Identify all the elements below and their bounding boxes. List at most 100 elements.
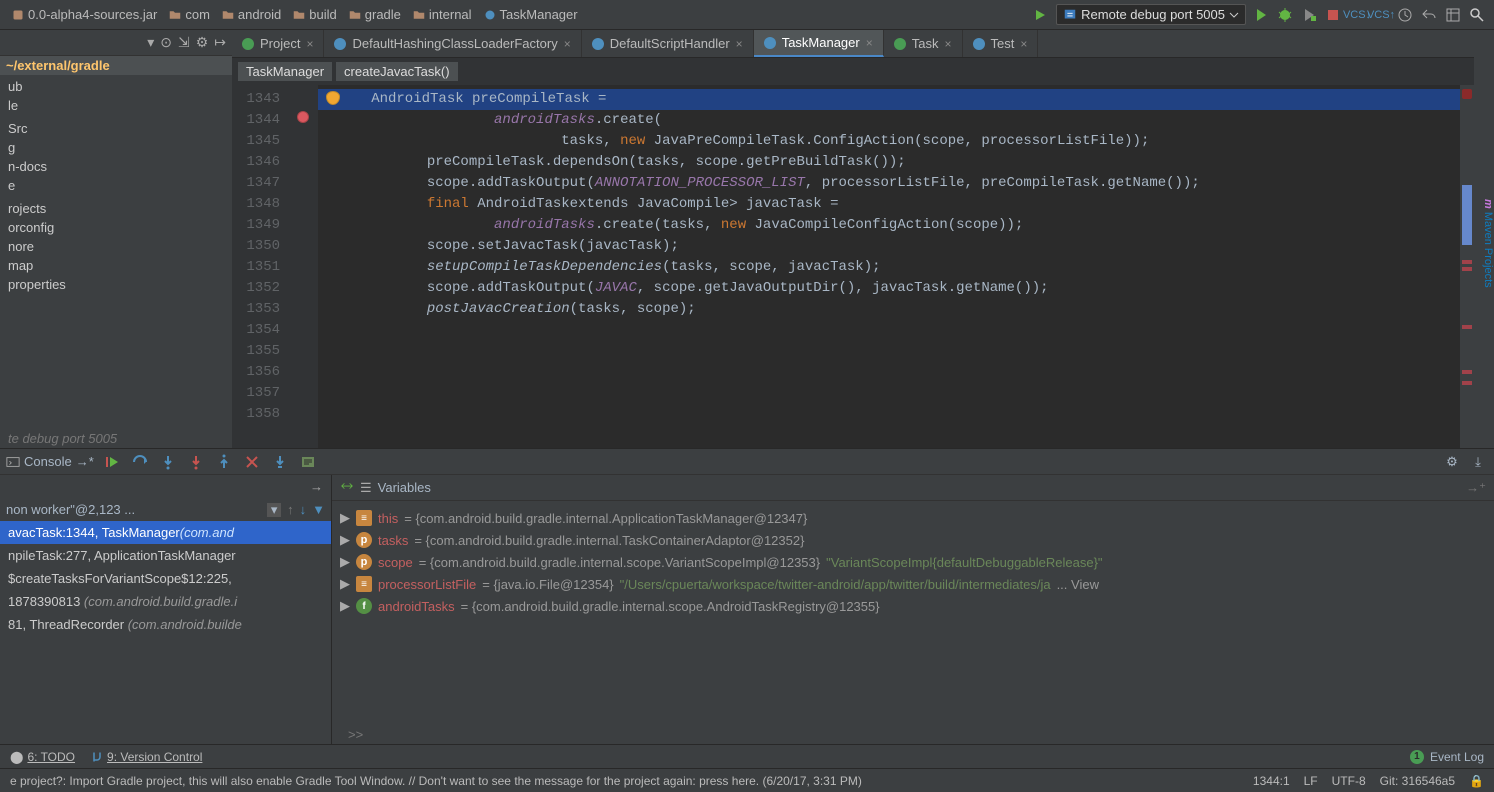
revert-icon[interactable]: [1420, 6, 1438, 24]
stack-frame[interactable]: 1878390813 (com.android.build.gradle.i: [0, 590, 331, 613]
collapse-icon[interactable]: ⇲: [178, 34, 190, 51]
vcs-commit-icon[interactable]: VCS↑: [1372, 6, 1390, 24]
stack-frame[interactable]: $createTasksForVariantScope$12:225,: [0, 567, 331, 590]
project-tree-item[interactable]: e: [0, 176, 232, 195]
step-over-icon[interactable]: [130, 452, 150, 472]
breadcrumb-item[interactable]: 0.0-alpha4-sources.jar: [8, 5, 161, 24]
expand-icon[interactable]: ▶: [340, 510, 350, 526]
project-tree-item[interactable]: map: [0, 256, 232, 275]
search-icon[interactable]: [1468, 6, 1486, 24]
code-editor[interactable]: 1343134413451346134713481349135013511352…: [232, 85, 1474, 448]
close-icon[interactable]: ×: [736, 37, 743, 51]
breadcrumb-item[interactable]: internal: [409, 5, 476, 24]
todo-tool-window[interactable]: ⬤ 6: TODO: [10, 750, 75, 764]
project-tree-item[interactable]: le: [0, 96, 232, 115]
method-breadcrumb[interactable]: TaskManager createJavacTask(): [232, 58, 1474, 85]
expand-icon[interactable]: ▶: [340, 598, 350, 614]
target-icon[interactable]: ⊙: [160, 34, 172, 51]
breadcrumb-item[interactable]: android: [218, 5, 285, 24]
project-tree-item[interactable]: orconfig: [0, 218, 232, 237]
scroll-marker[interactable]: [1462, 260, 1472, 264]
expand-icon[interactable]: ▶: [340, 554, 350, 570]
scroll-marker[interactable]: [1462, 381, 1472, 385]
hide-icon[interactable]: ↦: [214, 34, 226, 51]
vcs-update-icon[interactable]: VCS↓: [1348, 6, 1366, 24]
chevron-down-icon[interactable]: ▾: [267, 503, 281, 517]
expand-icon[interactable]: ▶: [340, 532, 350, 548]
project-tree-item[interactable]: properties: [0, 275, 232, 294]
step-into-icon[interactable]: [158, 452, 178, 472]
project-dropdown-icon[interactable]: ▾: [147, 34, 154, 51]
close-icon[interactable]: ×: [1020, 37, 1027, 51]
vcs-tool-window[interactable]: 9: Version Control: [91, 750, 202, 764]
variable-row[interactable]: ▶≡processorListFile = {java.io.File@1235…: [340, 573, 1486, 595]
breakpoint-icon[interactable]: [297, 111, 309, 123]
project-tree-item[interactable]: g: [0, 138, 232, 157]
resume-icon[interactable]: [102, 452, 122, 472]
step-out-icon[interactable]: [214, 452, 234, 472]
filter-icon[interactable]: ▼: [312, 502, 325, 517]
scroll-marker[interactable]: [1462, 185, 1472, 245]
structure-icon[interactable]: [1444, 6, 1462, 24]
scroll-marker[interactable]: [1462, 370, 1472, 374]
minimize-icon[interactable]: →⁺: [1466, 480, 1486, 496]
breadcrumb-item[interactable]: gradle: [345, 5, 405, 24]
settings-icon[interactable]: ⚙: [1442, 452, 1462, 472]
scroll-marker[interactable]: [1462, 325, 1472, 329]
run-config-select[interactable]: Remote debug port 5005: [1056, 4, 1246, 25]
force-step-into-icon[interactable]: [186, 452, 206, 472]
gear-icon[interactable]: ⚙: [196, 34, 209, 51]
intention-bulb-icon[interactable]: [326, 91, 340, 105]
restore-layout-icon[interactable]: [340, 479, 354, 496]
editor-tab[interactable]: DefaultHashingClassLoaderFactory×: [324, 30, 581, 57]
close-icon[interactable]: ×: [866, 36, 873, 50]
build-icon[interactable]: [1032, 6, 1050, 24]
expand-icon[interactable]: ▶: [340, 576, 350, 592]
history-icon[interactable]: [1396, 6, 1414, 24]
scroll-marker[interactable]: [1462, 267, 1472, 271]
evaluate-expression-icon[interactable]: [298, 452, 318, 472]
run-button[interactable]: [1252, 6, 1270, 24]
variable-row[interactable]: ▶ptasks = {com.android.build.gradle.inte…: [340, 529, 1486, 551]
variable-row[interactable]: ▶pscope = {com.android.build.gradle.inte…: [340, 551, 1486, 573]
event-log-button[interactable]: Event Log: [1430, 750, 1484, 764]
editor-tab[interactable]: DefaultScriptHandler×: [582, 30, 754, 57]
up-icon[interactable]: ↑: [287, 502, 294, 517]
debug-button[interactable]: [1276, 6, 1294, 24]
pin-icon[interactable]: ⤓: [1468, 452, 1488, 472]
project-tree-item[interactable]: ub: [0, 77, 232, 96]
coverage-button[interactable]: [1300, 6, 1318, 24]
stack-frame[interactable]: avacTask:1344, TaskManager(com.and: [0, 521, 331, 544]
more-indicator[interactable]: >>: [332, 725, 1494, 744]
editor-tab[interactable]: Task×: [884, 30, 963, 57]
variable-row[interactable]: ▶fandroidTasks = {com.android.build.grad…: [340, 595, 1486, 617]
project-tree-item[interactable]: nore: [0, 237, 232, 256]
variable-row[interactable]: ▶≡this = {com.android.build.gradle.inter…: [340, 507, 1486, 529]
project-root-path[interactable]: ~/external/gradle: [0, 55, 232, 75]
breadcrumb-item[interactable]: build: [289, 5, 340, 24]
prev-frame-icon[interactable]: →: [310, 479, 323, 494]
down-icon[interactable]: ↓: [300, 502, 307, 517]
breadcrumb-item[interactable]: com: [165, 5, 214, 24]
project-tree-item[interactable]: n-docs: [0, 157, 232, 176]
project-tree-item[interactable]: rojects: [0, 199, 232, 218]
stack-frame[interactable]: npileTask:277, ApplicationTaskManager: [0, 544, 331, 567]
close-icon[interactable]: ×: [944, 37, 951, 51]
console-tab[interactable]: Console →*: [6, 454, 94, 469]
close-icon[interactable]: ×: [564, 37, 571, 51]
editor-tab[interactable]: TaskManager×: [754, 30, 884, 57]
drop-frame-icon[interactable]: [242, 452, 262, 472]
breadcrumb-item[interactable]: TaskManager: [480, 5, 582, 24]
close-icon[interactable]: ×: [306, 37, 313, 51]
stop-button[interactable]: [1324, 6, 1342, 24]
maven-tool-window-tab[interactable]: m Maven Projects: [1474, 30, 1494, 448]
error-indicator-icon: [1462, 89, 1472, 99]
event-log-badge[interactable]: 1: [1410, 750, 1424, 764]
error-stripe[interactable]: [1460, 85, 1474, 448]
editor-tab[interactable]: Project×: [232, 30, 324, 57]
stack-frame[interactable]: 81, ThreadRecorder (com.android.builde: [0, 613, 331, 636]
run-to-cursor-icon[interactable]: [270, 452, 290, 472]
project-tree-item[interactable]: Src: [0, 119, 232, 138]
thread-select[interactable]: non worker"@2,123 ... ▾ ↑ ↓ ▼: [0, 498, 331, 521]
editor-tab[interactable]: Test×: [963, 30, 1039, 57]
